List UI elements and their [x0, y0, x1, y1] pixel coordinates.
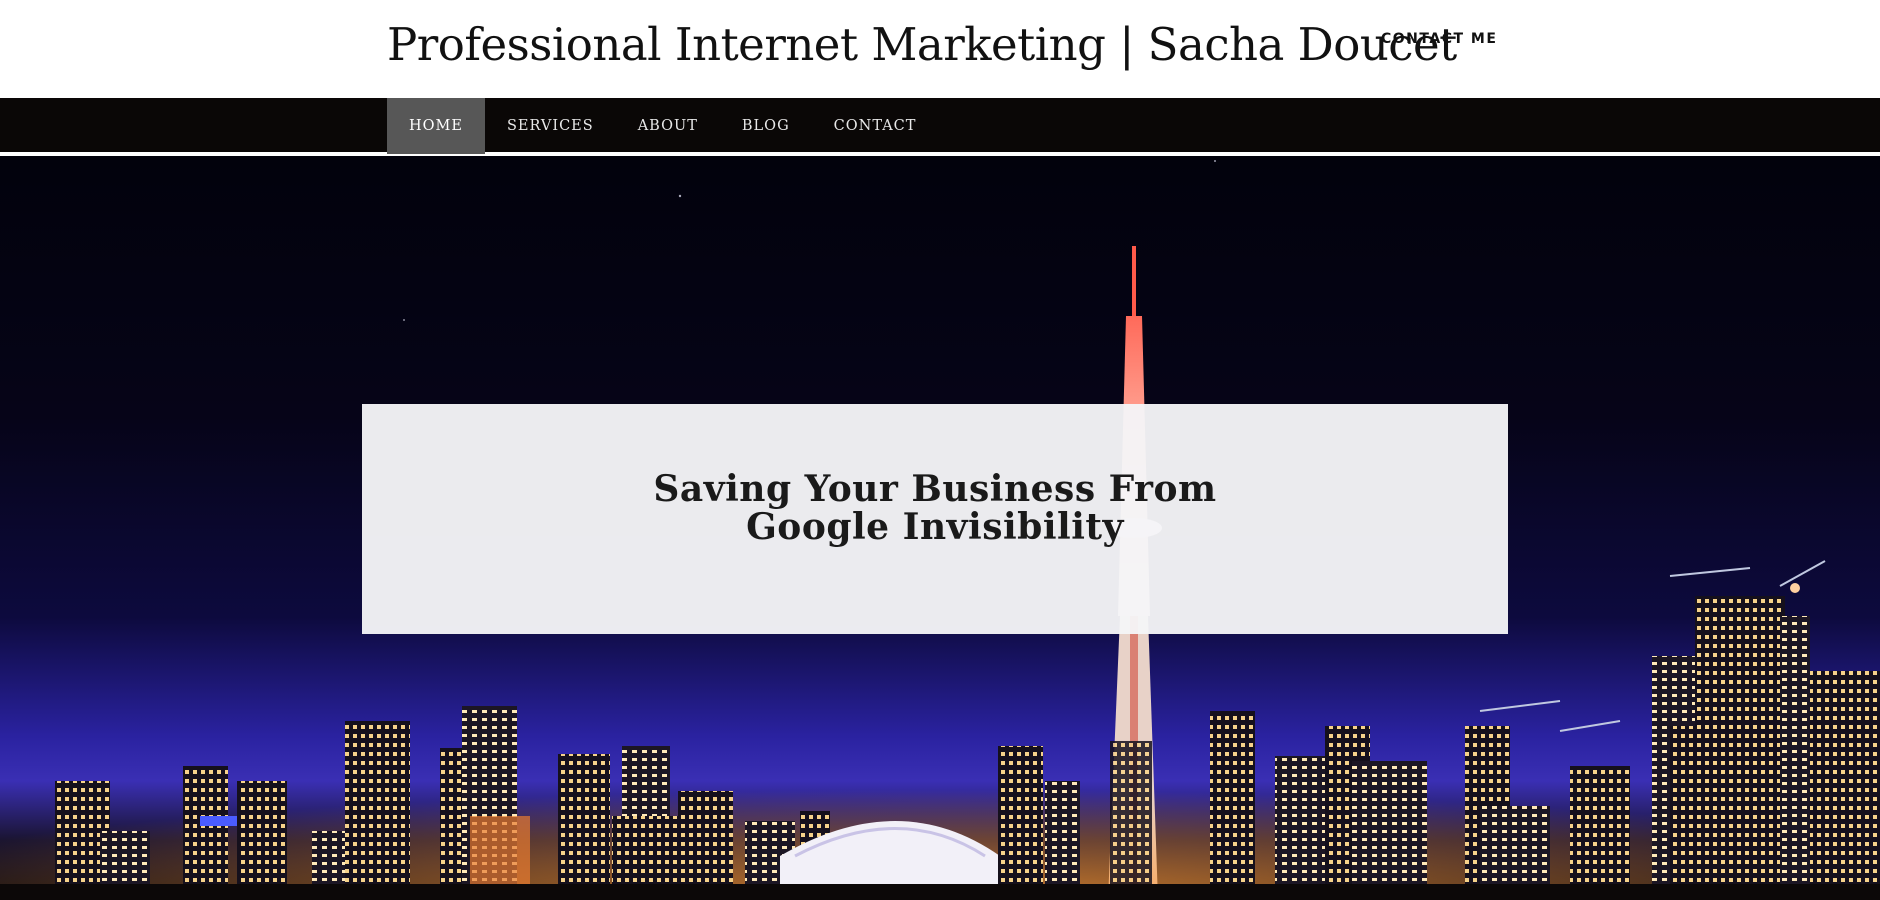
site-title[interactable]: Professional Internet Marketing | Sacha … — [387, 18, 1457, 71]
nav-item-about[interactable]: ABOUT — [616, 98, 720, 154]
nav-item-contact[interactable]: CONTACT — [812, 98, 939, 154]
hero-heading: Saving Your Business From Google Invisib… — [362, 470, 1508, 546]
hero-heading-line2: Google Invisibility — [746, 506, 1124, 548]
nav-list: HOME SERVICES ABOUT BLOG CONTACT — [387, 98, 938, 154]
contact-me-link[interactable]: CONTACT ME — [1381, 31, 1497, 47]
nav-item-blog[interactable]: BLOG — [720, 98, 812, 154]
nav-item-services[interactable]: SERVICES — [485, 98, 616, 154]
hero-heading-line1: Saving Your Business From — [653, 468, 1217, 510]
nav-item-home[interactable]: HOME — [387, 98, 485, 154]
main-navigation: HOME SERVICES ABOUT BLOG CONTACT — [0, 98, 1880, 154]
hero-headline-card: Saving Your Business From Google Invisib… — [362, 404, 1508, 634]
site-header: Professional Internet Marketing | Sacha … — [0, 0, 1880, 98]
hero-banner: Saving Your Business From Google Invisib… — [0, 156, 1880, 900]
